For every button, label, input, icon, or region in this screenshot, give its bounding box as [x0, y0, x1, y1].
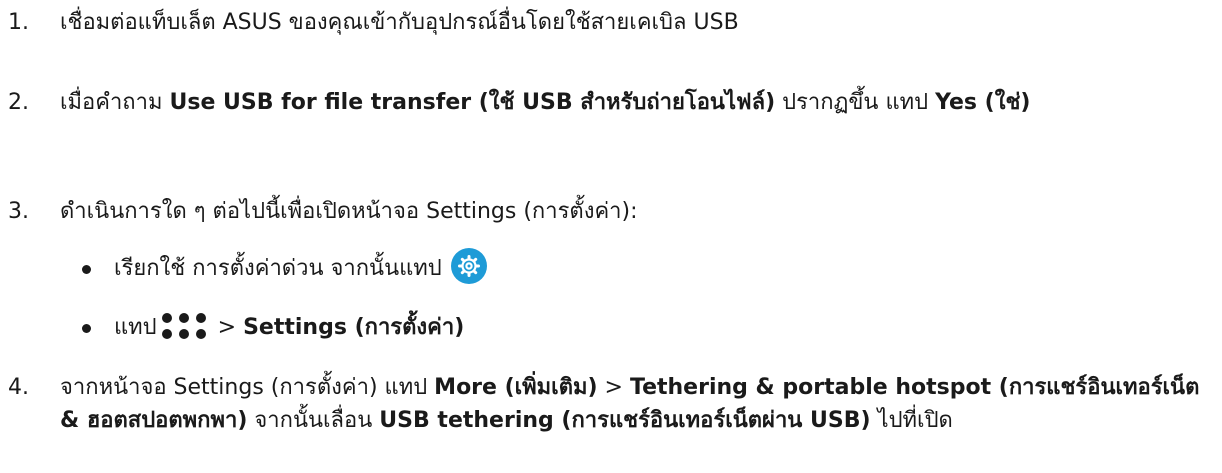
step-number: 2. — [8, 90, 29, 115]
bullet-bold-settings: Settings (การตั้งค่า) — [243, 315, 465, 340]
step-text: เมื่อคำถาม Use USB for file transfer (ใช… — [60, 86, 1210, 119]
step-text-part: > — [597, 375, 630, 400]
step-text: จากหน้าจอ Settings (การตั้งค่า) แทป More… — [60, 371, 1210, 437]
gear-icon — [450, 248, 487, 284]
step-number: 4. — [8, 375, 29, 400]
step-text-part: จากหน้าจอ Settings (การตั้งค่า) แทป — [60, 375, 435, 400]
step-number: 1. — [8, 10, 29, 35]
step-bold-yes: Yes (ใช่) — [935, 90, 1031, 115]
bullet-text-part: เรียกใช้ การตั้งค่าด่วน จากนั้นแทป — [114, 256, 442, 281]
apps-grid-icon — [161, 313, 206, 339]
step-bold-more: More (เพิ่มเติม) — [434, 375, 598, 400]
step-bold-usb-transfer: Use USB for file transfer (ใช้ USB สำหรั… — [169, 90, 776, 115]
step-number: 3. — [8, 199, 29, 224]
bullet-dot — [82, 324, 91, 333]
bullet-text: แทป > Settings (การตั้งค่า) — [114, 311, 464, 344]
bullet-text: เรียกใช้ การตั้งค่าด่วน จากนั้นแทป — [114, 248, 488, 285]
step-text-part: ปรากฏขึ้น แทป — [775, 90, 936, 115]
step-text: ดำเนินการใด ๆ ต่อไปนี้เพื่อเปิดหน้าจอ Se… — [60, 199, 638, 224]
bullet-text-part: แทป — [114, 315, 157, 340]
step-text-part: เมื่อคำถาม — [60, 90, 170, 115]
step-text-part: จากนั้นเลื่อน — [247, 408, 380, 433]
bullet-dot — [82, 265, 91, 274]
step-text-part: ไปที่เปิด — [870, 408, 953, 433]
step-bold-usb-tethering: USB tethering (การแชร์อินเทอร์เน็ตผ่าน U… — [379, 408, 871, 433]
step-text: เชื่อมต่อแท็บเล็ต ASUS ของคุณเข้ากับอุปก… — [60, 10, 739, 35]
bullet-text-part: > — [210, 315, 244, 340]
